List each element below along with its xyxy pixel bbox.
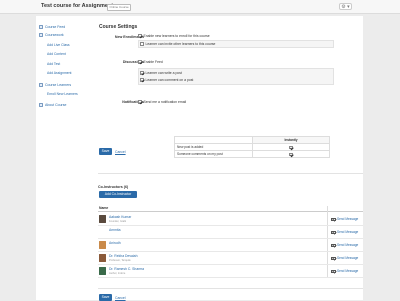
enable-feed-text: Enable Feed xyxy=(143,60,163,64)
send-message-label: Send Message xyxy=(337,256,359,260)
sidebar-item-coursework[interactable]: Coursework xyxy=(39,33,64,37)
notif-instantly-cell[interactable] xyxy=(252,143,330,151)
table-row: Anirudh Send Message xyxy=(98,239,363,252)
sidebar-item-label: About Course xyxy=(45,103,67,107)
course-title: Test course for Assignment xyxy=(41,3,114,9)
sidebar-item-about-course[interactable]: About Course xyxy=(39,103,66,107)
table-row: Someone comments on my post xyxy=(174,150,330,158)
instantly-column-header: Instantly xyxy=(252,136,330,144)
sidebar-item-label: Coursework xyxy=(45,33,64,37)
send-notification-checkbox[interactable] xyxy=(138,100,142,104)
page-content: Course Feed Coursework Add Live Class Ad… xyxy=(36,16,363,301)
table-row: Dr. Rekha Devaiah Professor, Tarqude Send … xyxy=(98,252,363,265)
notification-table: Instantly New post is added Someone comm… xyxy=(174,136,330,158)
envelope-icon xyxy=(331,269,336,273)
notif-instantly-cell[interactable] xyxy=(252,150,330,158)
avatar xyxy=(99,267,106,275)
avatar xyxy=(99,241,106,249)
send-message-label: Send Message xyxy=(337,230,359,234)
sidebar-item-label: Course Feed xyxy=(45,25,66,29)
feed-icon xyxy=(39,25,43,29)
send-message-link[interactable]: Send Message xyxy=(331,243,358,247)
coursework-icon xyxy=(39,33,43,37)
coinstructor-name[interactable]: Ammita xyxy=(109,228,121,232)
table-row: Ammita Send Message xyxy=(98,226,363,239)
send-notification-option[interactable]: Send me a notification email xyxy=(138,100,186,104)
avatar xyxy=(99,254,106,262)
write-post-checkbox[interactable] xyxy=(140,71,144,75)
coinstructors-title: Co-Instructors (6) xyxy=(98,185,129,189)
cancel-link-bottom[interactable]: Cancel xyxy=(115,296,126,300)
enable-feed-checkbox[interactable] xyxy=(138,60,142,64)
send-message-link[interactable]: Send Message xyxy=(331,217,358,221)
invite-option[interactable]: Learner can invite other learners to thi… xyxy=(140,42,215,46)
send-message-link[interactable]: Send Message xyxy=(331,230,358,234)
send-message-link[interactable]: Send Message xyxy=(331,256,358,260)
envelope-icon xyxy=(331,256,336,260)
sidebar-item-enroll-new-learners[interactable]: Enroll New Learners xyxy=(47,92,78,96)
coinstructor-subtitle: Founder, Gtalk xyxy=(109,219,127,223)
notif-event: New post is added xyxy=(174,143,253,151)
comment-post-option[interactable]: Learner can comment on a post xyxy=(140,78,193,82)
table-row: Aakash Kumar Founder, Gtalk Send Message xyxy=(98,213,363,226)
write-post-option[interactable]: Learner can write a post xyxy=(140,71,182,75)
divider xyxy=(98,288,363,289)
table-corner xyxy=(174,136,253,144)
coinstructor-name[interactable]: Anirudh xyxy=(109,241,121,245)
coinstructors-header: Name xyxy=(98,206,363,212)
comment-post-text: Learner can comment on a post xyxy=(145,78,194,82)
learners-icon xyxy=(39,83,43,87)
coinstructor-subtitle: Author, Indore xyxy=(109,271,126,275)
add-coinstructor-button[interactable]: Add Co-Instructor xyxy=(99,191,137,198)
table-row: Dr. Ramesh C. Sharma Author, Indore Send M… xyxy=(98,265,363,278)
invite-checkbox[interactable] xyxy=(140,42,144,46)
page-title: Course Settings xyxy=(99,24,138,30)
notif-event: Someone comments on my post xyxy=(174,150,253,158)
comment-post-checkbox[interactable] xyxy=(140,78,144,82)
invite-option-text: Learner can invite other learners to thi… xyxy=(145,42,216,46)
send-notification-text: Send me a notification email xyxy=(143,100,187,104)
enroll-option[interactable]: Enable new learners to enroll for this c… xyxy=(138,34,210,38)
sidebar-item-add-live-class[interactable]: Add Live Class xyxy=(47,43,70,47)
coinstructor-name[interactable]: Aakash Kumar xyxy=(109,215,131,219)
envelope-icon xyxy=(331,230,336,234)
write-post-text: Learner can write a post xyxy=(145,71,182,75)
top-bar: Test course for Assignment Online Course… xyxy=(0,0,400,14)
envelope-icon xyxy=(331,217,336,221)
coinstructor-name[interactable]: Dr. Rekha Devaiah xyxy=(109,254,137,258)
send-message-link[interactable]: Send Message xyxy=(331,269,358,273)
course-type-badge: Online Course xyxy=(107,4,132,11)
sidebar-item-course-learners[interactable]: Course Learners xyxy=(39,83,71,87)
sidebar-item-course-feed[interactable]: Course Feed xyxy=(39,25,65,29)
coinstructor-subtitle: Professor, Tarqude xyxy=(109,258,131,262)
coinstructor-name[interactable]: Dr. Ramesh C. Sharma xyxy=(109,267,144,271)
enroll-option-text: Enable new learners to enroll for this c… xyxy=(143,34,210,38)
enroll-checkbox[interactable] xyxy=(138,34,142,38)
info-icon xyxy=(39,103,43,107)
send-message-label: Send Message xyxy=(337,217,359,221)
table-row: New post is added xyxy=(174,143,330,151)
send-message-label: Send Message xyxy=(337,243,359,247)
sidebar-item-add-content[interactable]: Add Content xyxy=(47,52,66,56)
divider xyxy=(98,173,363,174)
cancel-link[interactable]: Cancel xyxy=(115,150,126,154)
checkbox-icon[interactable] xyxy=(289,145,293,149)
avatar xyxy=(99,215,106,223)
sidebar-item-add-assignment[interactable]: Add Assignment xyxy=(47,71,72,75)
sidebar-item-label: Course Learners xyxy=(45,83,72,87)
save-button[interactable]: Save xyxy=(99,148,112,155)
sidebar-item-add-test[interactable]: Add Test xyxy=(47,62,60,66)
checkbox-icon[interactable] xyxy=(289,152,293,156)
gear-icon[interactable]: ⚙ ▾ xyxy=(339,3,352,10)
name-column-header: Name xyxy=(99,206,109,210)
send-message-label: Send Message xyxy=(337,269,359,273)
envelope-icon xyxy=(331,243,336,247)
enable-feed-option[interactable]: Enable Feed xyxy=(138,60,163,64)
